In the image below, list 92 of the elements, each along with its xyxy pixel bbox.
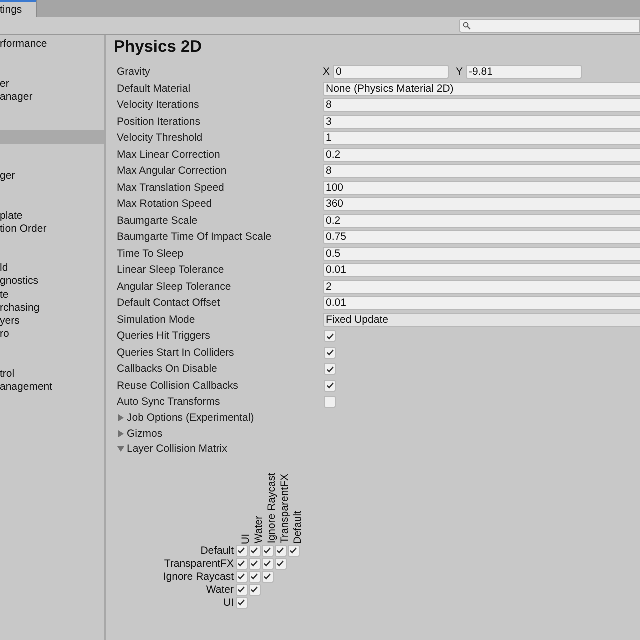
checkbox[interactable] bbox=[262, 558, 274, 570]
checkbox[interactable] bbox=[248, 558, 260, 570]
property-label: Gravity bbox=[117, 66, 152, 78]
checkbox[interactable] bbox=[262, 570, 274, 582]
layer-column-label: Ignore Raycast bbox=[266, 473, 278, 544]
foldout[interactable]: Gizmos bbox=[114, 426, 640, 442]
axis-label: X bbox=[323, 66, 332, 78]
property-label: Angular Sleep Tolerance bbox=[117, 280, 232, 293]
input-field[interactable]: 0.01 bbox=[323, 296, 640, 310]
property-label: Linear Sleep Tolerance bbox=[117, 264, 226, 276]
layer-row-label: Default bbox=[200, 544, 235, 556]
input-field[interactable]: 0.75 bbox=[323, 230, 640, 244]
checkbox[interactable] bbox=[236, 544, 248, 556]
sidebar-item[interactable]: plate bbox=[0, 210, 104, 223]
layer-row-label: Ignore Raycast bbox=[162, 570, 235, 582]
property-label: Velocity Iterations bbox=[117, 99, 200, 112]
sidebar-item[interactable]: trol bbox=[0, 368, 104, 381]
checkbox[interactable] bbox=[236, 596, 248, 608]
input-field[interactable]: 0.2 bbox=[323, 214, 640, 228]
sidebar-item[interactable]: gnostics bbox=[0, 275, 104, 289]
property-label: Auto Sync Transforms bbox=[117, 396, 222, 408]
sidebar-item[interactable]: rchasing bbox=[0, 302, 104, 316]
property-label: Max Rotation Speed bbox=[117, 198, 214, 210]
property-label: Reuse Collision Callbacks bbox=[117, 380, 240, 392]
property-label: Default Contact Offset bbox=[117, 297, 222, 310]
search-field[interactable] bbox=[459, 18, 640, 32]
foldout[interactable]: Job Options (Experimental) bbox=[114, 410, 640, 426]
checkbox[interactable] bbox=[236, 570, 248, 582]
property-label: Baumgarte Scale bbox=[117, 214, 199, 227]
foldout[interactable]: Layer Collision Matrix bbox=[114, 442, 640, 457]
checkbox[interactable] bbox=[324, 396, 336, 408]
property-label: Max Linear Correction bbox=[117, 148, 222, 161]
input-field[interactable]: 2 bbox=[323, 280, 640, 294]
sidebar-item[interactable]: ger bbox=[0, 170, 104, 184]
checkbox[interactable] bbox=[324, 346, 336, 359]
checkbox[interactable] bbox=[248, 584, 260, 596]
input-field[interactable]: 1 bbox=[323, 131, 640, 146]
axis-label: Y bbox=[456, 66, 464, 78]
property-label: Position Iterations bbox=[117, 116, 202, 128]
property-label: Queries Hit Triggers bbox=[117, 330, 212, 342]
property-label: Time To Sleep bbox=[117, 248, 185, 260]
property-label: Max Angular Correction bbox=[117, 165, 228, 178]
page-title: Physics 2D bbox=[114, 37, 204, 58]
checkbox[interactable] bbox=[324, 380, 336, 392]
sidebar-item[interactable]: yers bbox=[0, 315, 104, 328]
input-field[interactable]: 0.5 bbox=[323, 246, 640, 261]
checkbox[interactable] bbox=[324, 363, 336, 376]
object-field[interactable]: None (Physics Material 2D) bbox=[323, 82, 640, 96]
input-field[interactable]: 360 bbox=[323, 197, 640, 212]
sidebar-item[interactable]: te bbox=[0, 288, 104, 302]
layer-column-label: Water bbox=[252, 516, 264, 544]
checkbox[interactable] bbox=[248, 570, 260, 582]
input-field[interactable]: 100 bbox=[323, 180, 640, 195]
layer-column-label: Default bbox=[292, 510, 304, 544]
property-label: Max Translation Speed bbox=[117, 182, 226, 194]
dropdown[interactable]: Fixed Update bbox=[323, 312, 640, 327]
checkbox[interactable] bbox=[248, 544, 260, 556]
input-field[interactable]: 8 bbox=[323, 98, 640, 112]
layer-column-label: UI bbox=[240, 534, 252, 544]
checkbox[interactable] bbox=[288, 544, 300, 556]
input-field[interactable]: 0.2 bbox=[323, 148, 640, 162]
checkbox[interactable] bbox=[274, 544, 286, 556]
input-field[interactable]: 0.01 bbox=[323, 263, 640, 278]
sidebar-item[interactable]: tion Order bbox=[0, 222, 104, 236]
checkbox[interactable] bbox=[274, 558, 286, 570]
checkbox[interactable] bbox=[324, 330, 336, 342]
input-field[interactable]: 8 bbox=[323, 164, 640, 178]
search-icon bbox=[463, 22, 471, 30]
sidebar-item[interactable]: ro bbox=[0, 328, 104, 342]
sidebar-item[interactable]: anager bbox=[0, 90, 104, 104]
sidebar-item[interactable]: er bbox=[0, 78, 104, 91]
sidebar-item[interactable]: anagement bbox=[0, 380, 104, 394]
checkbox[interactable] bbox=[236, 584, 248, 596]
sidebar-item[interactable]: rformance bbox=[0, 38, 104, 52]
input-field[interactable]: 0 bbox=[333, 65, 449, 80]
layer-row-label: TransparentFX bbox=[163, 558, 235, 570]
layer-row-label: Water bbox=[205, 584, 235, 596]
window-tab[interactable]: tings bbox=[0, 0, 37, 17]
property-label: Baumgarte Time Of Impact Scale bbox=[117, 231, 273, 244]
input-field[interactable]: 3 bbox=[323, 114, 640, 129]
property-label: Default Material bbox=[117, 82, 192, 95]
triangle-down-icon bbox=[117, 445, 125, 454]
sidebar-item[interactable]: ld bbox=[0, 262, 104, 276]
input-field[interactable]: -9.81 bbox=[466, 65, 582, 80]
checkbox[interactable] bbox=[236, 558, 248, 570]
layer-row-label: UI bbox=[222, 596, 235, 608]
checkbox[interactable] bbox=[262, 544, 274, 556]
property-label: Velocity Threshold bbox=[117, 132, 204, 144]
property-label: Simulation Mode bbox=[117, 314, 196, 326]
layer-column-label: TransparentFX bbox=[278, 474, 290, 544]
property-label: Queries Start In Colliders bbox=[117, 346, 236, 359]
property-label: Callbacks On Disable bbox=[117, 363, 218, 376]
